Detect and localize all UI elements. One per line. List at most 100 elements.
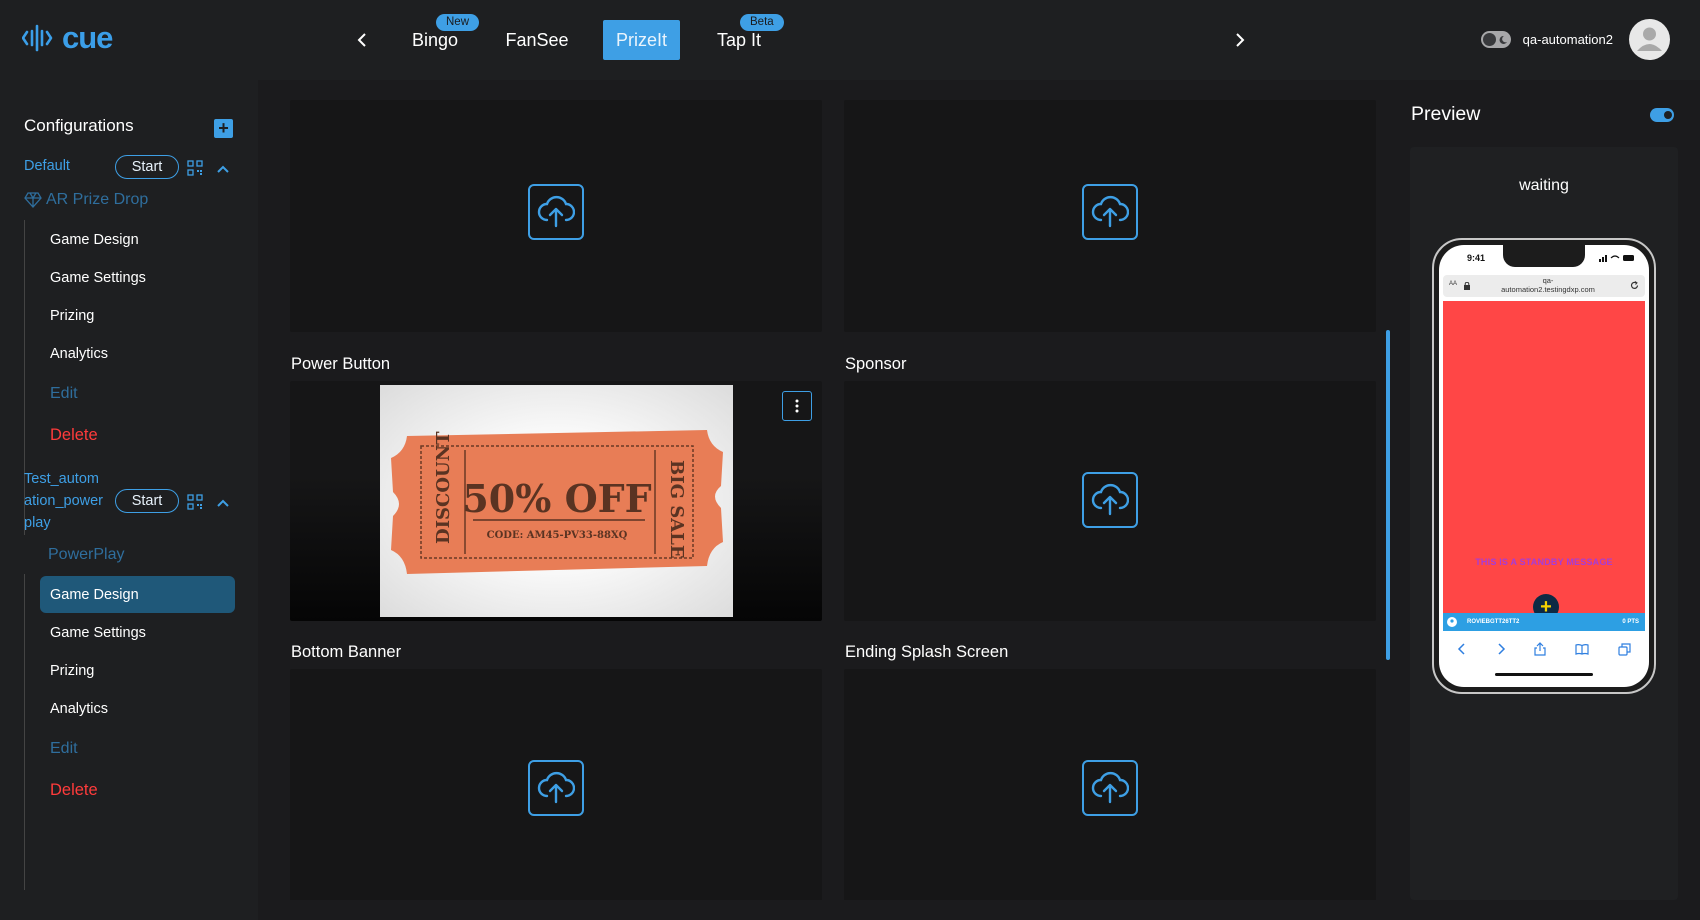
menu-edit[interactable]: Edit	[40, 730, 235, 767]
theme-toggle[interactable]	[1480, 31, 1511, 48]
coupon-image: 50% OFF CODE: AM45-PV33-88XQ DISCOUNT BI…	[380, 385, 733, 617]
main-scrollbar[interactable]	[1386, 330, 1390, 660]
panel-label-bottom-banner: Bottom Banner	[291, 643, 402, 661]
start-button[interactable]: Start	[115, 155, 179, 179]
tabs-icon[interactable]	[1618, 642, 1631, 656]
cloud-upload-icon	[537, 195, 575, 228]
panel-label-power-button: Power Button	[291, 355, 391, 373]
plus-icon: +	[218, 118, 229, 138]
menu-edit[interactable]: Edit	[40, 375, 235, 412]
brand-name: cue	[62, 20, 113, 55]
new-badge: New	[436, 14, 480, 31]
tab-label: FanSee	[505, 29, 569, 50]
tab-label: Bingo	[411, 29, 459, 50]
beta-badge: Beta	[740, 14, 784, 31]
menu-game-settings[interactable]: Game Settings	[40, 614, 235, 651]
preview-status: waiting	[1519, 177, 1569, 194]
power-button-panel: 50% OFF CODE: AM45-PV33-88XQ DISCOUNT BI…	[290, 381, 822, 621]
soundwave-logo-icon	[22, 24, 53, 52]
menu-prizing[interactable]: Prizing	[40, 297, 235, 334]
share-icon[interactable]	[1534, 642, 1547, 656]
home-indicator	[1495, 673, 1593, 676]
forward-icon[interactable]	[1496, 643, 1506, 655]
menu-analytics[interactable]: Analytics	[40, 690, 235, 727]
menu-game-settings[interactable]: Game Settings	[40, 259, 235, 296]
panel-label-sponsor: Sponsor	[845, 355, 907, 373]
user-area: qa-automation2	[1480, 19, 1670, 60]
logo[interactable]: cue	[22, 20, 113, 56]
tab-label: Tap It	[716, 29, 762, 50]
game-type-label: PowerPlay	[48, 546, 125, 563]
menu-delete[interactable]: Delete	[40, 417, 235, 454]
coupon-ticket-image: 50% OFF CODE: AM45-PV33-88XQ DISCOUNT BI…	[390, 430, 723, 574]
url-text: qa- automation2.testingdxp.com	[1473, 276, 1623, 294]
nav-prev-button[interactable]	[348, 26, 376, 54]
tab-prizeit[interactable]: PrizeIt	[603, 20, 680, 60]
tab-fansee[interactable]: FanSee	[502, 20, 572, 60]
cloud-upload-icon	[1091, 771, 1129, 804]
game-screen: THIS IS A STANDBY MESSAGE +	[1443, 301, 1645, 620]
menu-game-design[interactable]: Game Design	[40, 576, 235, 613]
top-bar: cue Bingo New FanSee PrizeIt Tap It Beta…	[0, 0, 1700, 80]
add-configuration-button[interactable]: +	[214, 119, 233, 138]
menu-analytics[interactable]: Analytics	[40, 335, 235, 372]
chevron-up-icon[interactable]	[216, 162, 230, 176]
upload-button[interactable]	[1082, 184, 1138, 240]
preview-box: waiting 9:41 AA qa- automation2.testingd…	[1410, 147, 1678, 900]
avatar[interactable]	[1629, 19, 1670, 60]
user-circle-icon	[1447, 617, 1457, 627]
bottom-banner-panel	[290, 669, 822, 900]
coupon-left-text: DISCOUNT	[433, 431, 454, 544]
url-line: qa-	[1542, 276, 1554, 285]
player-id: ROVIEBGTT26TT2	[1467, 619, 1520, 625]
bookmarks-icon[interactable]	[1575, 643, 1589, 655]
standby-message: THIS IS A STANDBY MESSAGE	[1475, 557, 1613, 567]
back-icon[interactable]	[1457, 643, 1467, 655]
upload-button[interactable]	[528, 760, 584, 816]
menu-game-design[interactable]: Game Design	[40, 221, 235, 258]
toggle-knob	[1482, 33, 1496, 46]
config-name-test-automation[interactable]: Test_autom ation_power play	[24, 468, 103, 534]
chevron-left-icon	[357, 33, 366, 47]
upload-button[interactable]	[528, 184, 584, 240]
lock-icon	[1464, 282, 1470, 290]
phone-screen: 9:41 AA qa- automation2.testingdxp.com T…	[1439, 245, 1649, 687]
reload-icon	[1630, 281, 1639, 289]
tree-line	[24, 574, 25, 890]
upload-button[interactable]	[1082, 760, 1138, 816]
start-button[interactable]: Start	[115, 489, 179, 513]
chevron-up-icon[interactable]	[216, 496, 230, 510]
config-name-default[interactable]: Default	[24, 155, 70, 177]
more-options-button[interactable]	[782, 391, 812, 421]
upload-panel	[290, 100, 822, 332]
tab-label: PrizeIt	[615, 29, 667, 50]
sponsor-panel	[844, 381, 1376, 621]
qr-code-icon[interactable]	[187, 494, 203, 510]
qr-code-icon[interactable]	[187, 160, 203, 176]
url-line: automation2.testingdxp.com	[1501, 285, 1595, 294]
sidebar-title: Configurations	[24, 116, 134, 135]
coupon-right-text: BIG SALE	[666, 460, 687, 559]
preview-title: Preview	[1411, 103, 1481, 125]
status-time: 9:41	[1467, 253, 1486, 263]
phone-mockup: 9:41 AA qa- automation2.testingdxp.com T…	[1432, 238, 1656, 694]
upload-button[interactable]	[1082, 472, 1138, 528]
nav-next-button[interactable]	[1226, 26, 1254, 54]
browser-toolbar	[1443, 637, 1645, 661]
toggle-knob	[1664, 111, 1672, 119]
username: qa-automation2	[1522, 32, 1613, 47]
browser-url-bar[interactable]: AA qa- automation2.testingdxp.com	[1443, 275, 1645, 297]
game-type-label: AR Prize Drop	[46, 191, 149, 208]
coupon-code: CODE: AM45-PV33-88XQ	[486, 530, 627, 541]
config-name-line: ation_power	[24, 493, 103, 509]
panel-label-ending-splash: Ending Splash Screen	[845, 643, 1009, 661]
chevron-right-icon	[1236, 33, 1245, 47]
menu-delete[interactable]: Delete	[40, 772, 235, 809]
menu-prizing[interactable]: Prizing	[40, 652, 235, 689]
game-type-powerplay: PowerPlay	[48, 546, 124, 564]
user-icon	[1637, 27, 1662, 51]
main-content: Power Button 50% OFF CODE: AM45-PV33-88X…	[278, 100, 1392, 900]
preview-toggle[interactable]	[1650, 108, 1674, 122]
phone-notch	[1503, 245, 1585, 267]
moon-icon	[1499, 35, 1507, 44]
